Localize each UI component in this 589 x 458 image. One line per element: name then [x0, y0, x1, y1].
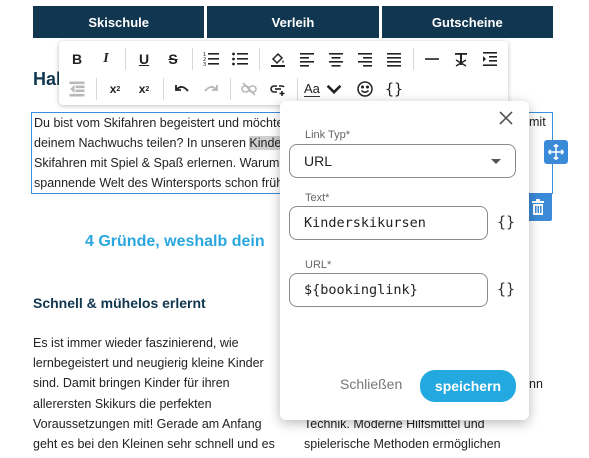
selected-text: Kinde [249, 136, 282, 150]
text-line: Voraussetzungen mit! Gerade am Anfang [33, 416, 262, 431]
italic-icon[interactable]: I [94, 47, 118, 71]
save-button[interactable]: speichern [420, 370, 516, 402]
nav-item-verleih[interactable]: Verleih [207, 6, 379, 38]
align-center-icon[interactable] [324, 47, 348, 71]
font-size-dropdown[interactable]: Aa [304, 77, 348, 101]
subheading: Schnell & mühelos erlernt [33, 295, 206, 311]
link-url-value: ${bookinglink} [304, 282, 418, 298]
insert-variable-icon[interactable]: {} [497, 213, 515, 231]
bullet-list-icon[interactable] [228, 47, 252, 71]
ordered-list-icon[interactable]: 123 [199, 47, 223, 71]
link-text-label: Text* [303, 192, 332, 204]
text-line: sind. Damit bringen Kinder für ihren [33, 376, 230, 391]
close-button[interactable]: Schließen [340, 376, 402, 392]
toolbar-divider [230, 78, 231, 100]
link-type-value: URL [304, 153, 333, 169]
text-line: spielerische Methoden ermöglichen [304, 437, 501, 451]
outdent-icon[interactable] [65, 77, 89, 101]
fill-color-icon[interactable] [266, 47, 290, 71]
toolbar-divider [413, 48, 414, 70]
toolbar-divider [125, 48, 126, 70]
move-handle-icon[interactable] [544, 140, 568, 164]
undo-icon[interactable] [170, 77, 194, 101]
nav-item-skischule[interactable]: Skischule [33, 6, 205, 38]
link-text-value: Kinderskikursen [304, 215, 426, 231]
code-icon[interactable]: {} [382, 77, 406, 101]
toolbar-divider [96, 78, 97, 100]
top-nav: Skischule Verleih Gutscheine [33, 6, 553, 38]
chevron-down-icon [326, 84, 342, 95]
link-type-select[interactable]: URL [289, 144, 516, 178]
column-right-text: Technik. Moderne Hilfsmittel und spieler… [304, 414, 501, 454]
column-right-fragment: nn [529, 377, 543, 391]
underline-icon[interactable]: U [132, 47, 156, 71]
link-url-label: URL* [303, 259, 334, 271]
rich-text-toolbar: B I U S 123 x 2 x 2 Aa {} [59, 41, 508, 105]
toolbar-divider [163, 78, 164, 100]
nav-item-gutscheine[interactable]: Gutscheine [381, 6, 553, 38]
text-line: Es ist immer wieder faszinierend, wie [33, 336, 239, 350]
page-heading: Hal [33, 69, 62, 89]
subscript-icon[interactable]: x2 [132, 77, 156, 101]
dropdown-arrow-icon [491, 159, 501, 164]
section-title: 4 Gründe, weshalb dein [85, 233, 265, 250]
align-left-icon[interactable] [295, 47, 319, 71]
text-line: geht es bei den Kleinen sehr schnell und… [33, 437, 275, 452]
intro-line-end: mit [529, 115, 546, 129]
text-line: allerersten Skikurs die perfekten [33, 396, 212, 411]
toolbar-divider [297, 78, 298, 100]
superscript-icon[interactable]: x2 [103, 77, 127, 101]
link-url-input[interactable]: ${bookinglink} [289, 273, 488, 307]
close-icon[interactable] [497, 109, 515, 127]
trash-icon [532, 199, 544, 215]
insert-variable-icon[interactable]: {} [497, 280, 515, 298]
link-type-label: Link Typ* [303, 129, 353, 141]
font-size-label: Aa [304, 81, 320, 97]
link-dialog: URL Link Typ* Kinderskikursen Text* {} $… [280, 101, 529, 420]
redo-icon[interactable] [199, 77, 223, 101]
bold-icon[interactable]: B [65, 47, 89, 71]
align-right-icon[interactable] [353, 47, 377, 71]
strikethrough-icon[interactable]: S [161, 47, 185, 71]
insert-link-icon[interactable] [266, 77, 290, 101]
emoji-icon[interactable] [353, 77, 377, 101]
unlink-icon[interactable] [237, 77, 261, 101]
clear-format-icon[interactable] [449, 47, 473, 71]
toolbar-divider [259, 48, 260, 70]
column-left-text: Es ist immer wieder faszinierend, wie le… [33, 333, 283, 454]
indent-icon[interactable] [478, 47, 502, 71]
toolbar-divider [192, 48, 193, 70]
text-line: lernbegeistert und neugierig kleine Kind… [33, 356, 264, 371]
align-justify-icon[interactable] [382, 47, 406, 71]
horizontal-line-icon[interactable] [420, 47, 444, 71]
svg-text:3: 3 [203, 62, 206, 67]
link-text-input[interactable]: Kinderskikursen [289, 206, 488, 240]
